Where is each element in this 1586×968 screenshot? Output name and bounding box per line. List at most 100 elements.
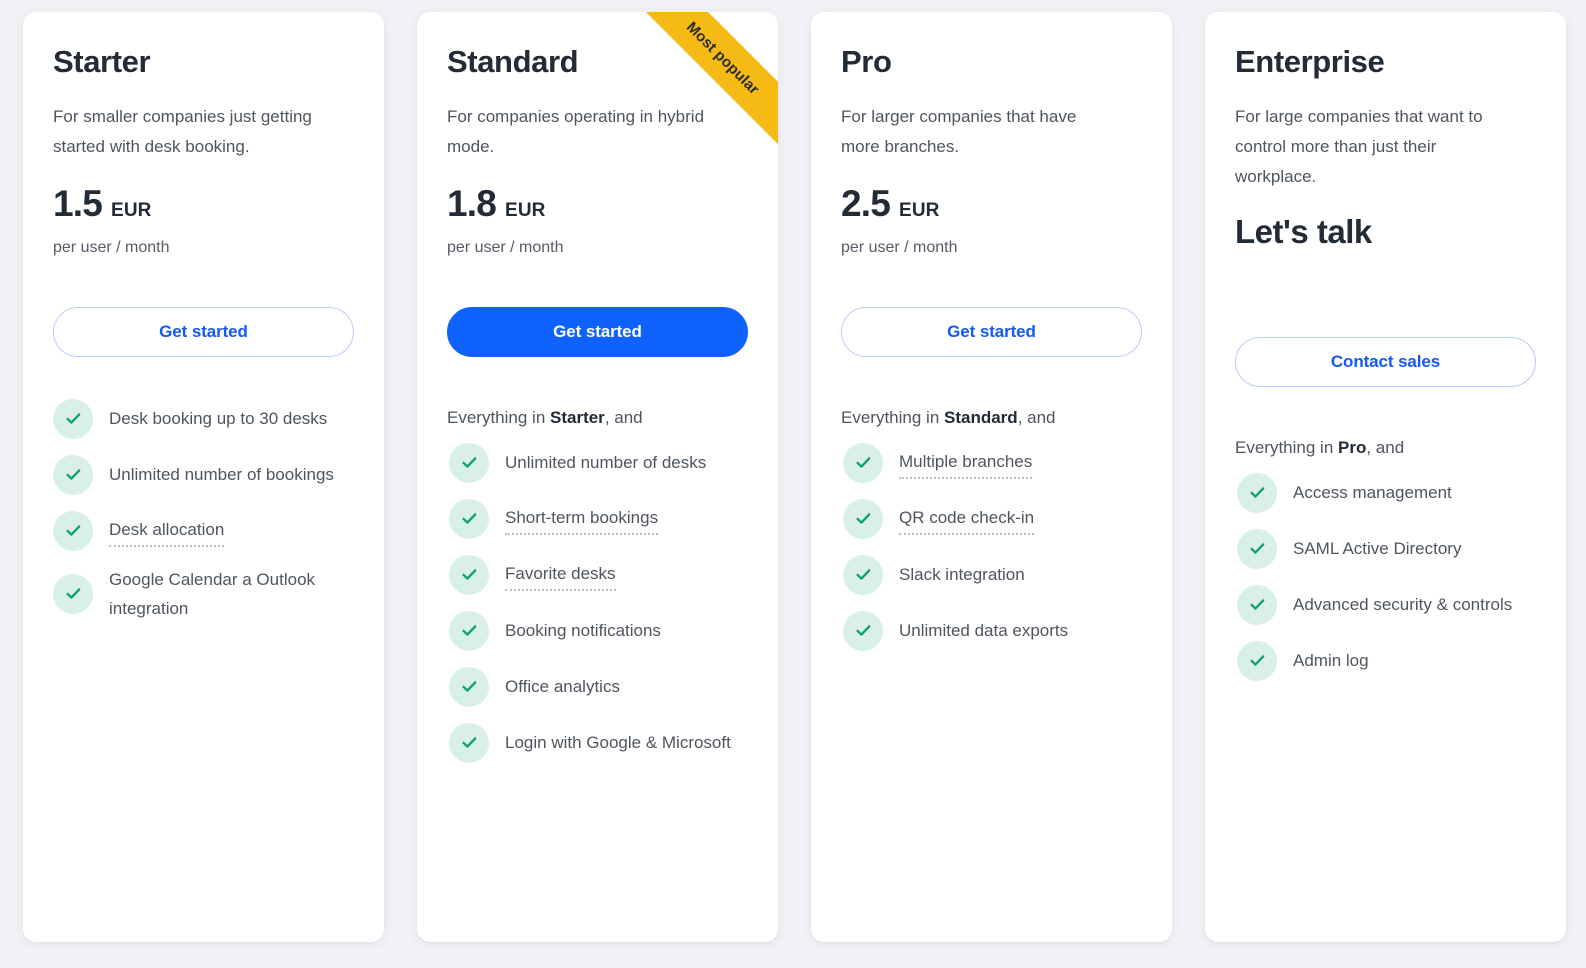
check-icon xyxy=(449,498,489,539)
check-icon xyxy=(449,722,489,763)
inherit-suffix: , and xyxy=(604,407,643,427)
check-icon xyxy=(843,554,883,595)
check-icon xyxy=(53,454,93,495)
cta-button-starter[interactable]: Get started xyxy=(53,306,354,357)
plan-card-standard: Most popular Standard For companies operat… xyxy=(417,12,778,942)
pricing-plans-grid: Starter For smaller companies just gettin… xyxy=(0,0,1586,968)
feature-item: Google Calendar a Outlook integration xyxy=(53,565,354,623)
check-icon xyxy=(449,610,489,651)
feature-item: Desk allocation xyxy=(53,509,354,553)
inherit-plan-name: Standard xyxy=(944,407,1018,427)
plan-description: For larger companies that have more bran… xyxy=(841,106,1077,156)
feature-item: Advanced security & controls xyxy=(1237,583,1536,627)
feature-item: Unlimited number of desks xyxy=(449,441,748,485)
inherit-suffix: , and xyxy=(1017,407,1056,427)
inherit-plan-name: Pro xyxy=(1338,437,1367,457)
feature-item: Desk booking up to 30 desks xyxy=(53,397,354,441)
plan-description: For large companies that want to control… xyxy=(1235,106,1483,186)
plan-price: 1.8 EUR xyxy=(447,182,748,228)
plan-card-starter: Starter For smaller companies just gettin… xyxy=(23,12,384,942)
feature-item: SAML Active Directory xyxy=(1237,527,1536,571)
feature-item: QR code check-in xyxy=(843,497,1142,541)
feature-label[interactable]: Favorite desks xyxy=(505,559,616,591)
feature-item: Login with Google & Microsoft xyxy=(449,721,748,765)
feature-list: Unlimited number of desks Short-term book… xyxy=(447,441,748,765)
check-icon xyxy=(1237,640,1277,681)
check-icon xyxy=(53,510,93,551)
check-icon xyxy=(1237,584,1277,625)
price-amount: 2.5 xyxy=(841,182,891,224)
check-icon xyxy=(449,442,489,483)
price-amount: 1.8 xyxy=(447,182,497,224)
feature-label[interactable]: QR code check-in xyxy=(899,503,1035,535)
inherit-prefix: Everything in xyxy=(841,407,944,427)
check-icon xyxy=(53,573,93,614)
price-currency: EUR xyxy=(899,199,940,221)
price-text: Let's talk xyxy=(1235,212,1372,250)
price-period: per user / month xyxy=(53,238,170,256)
inherit-prefix: Everything in xyxy=(447,407,550,427)
check-icon xyxy=(1237,528,1277,569)
check-icon xyxy=(53,398,93,439)
plan-price: 2.5 EUR xyxy=(841,182,1142,228)
inherit-plan-name: Starter xyxy=(550,407,605,427)
check-icon xyxy=(449,666,489,707)
feature-item: Office analytics xyxy=(449,665,748,709)
plan-price: Let's talk xyxy=(1235,212,1536,258)
inherit-prefix: Everything in xyxy=(1235,437,1338,457)
feature-label: Admin log xyxy=(1293,651,1369,671)
feature-item: Short-term bookings xyxy=(449,497,748,541)
feature-list: Access management SAML Active Directory Ad… xyxy=(1235,471,1536,683)
plan-description: For smaller companies just getting start… xyxy=(53,106,312,156)
feature-label: Login with Google & Microsoft xyxy=(505,733,731,753)
price-period: per user / month xyxy=(447,238,564,256)
feature-item: Favorite desks xyxy=(449,553,748,597)
feature-item: Multiple branches xyxy=(843,441,1142,485)
feature-label: Unlimited number of bookings xyxy=(109,465,334,485)
feature-label: Access management xyxy=(1293,483,1452,503)
feature-label: SAML Active Directory xyxy=(1293,539,1462,559)
plan-description: For companies operating in hybrid mode. xyxy=(447,106,705,156)
feature-label[interactable]: Desk allocation xyxy=(109,515,225,547)
feature-item: Access management xyxy=(1237,471,1536,515)
feature-item: Admin log xyxy=(1237,639,1536,683)
feature-label[interactable]: Multiple branches xyxy=(899,447,1033,479)
feature-list: Desk booking up to 30 desks Unlimited num… xyxy=(53,397,354,623)
check-icon xyxy=(843,610,883,651)
plan-name: Standard xyxy=(447,44,579,79)
check-icon xyxy=(843,442,883,483)
cta-button-standard[interactable]: Get started xyxy=(447,306,748,357)
feature-label: Advanced security & controls xyxy=(1293,595,1513,615)
feature-item: Booking notifications xyxy=(449,609,748,653)
inherit-line: Everything in Standard, and xyxy=(841,405,1142,431)
plan-name: Starter xyxy=(53,44,151,79)
price-period: per user / month xyxy=(841,238,958,256)
feature-label: Desk booking up to 30 desks xyxy=(109,409,328,429)
plan-price: 1.5 EUR xyxy=(53,182,354,228)
plan-card-enterprise: Enterprise For large companies that want … xyxy=(1205,12,1566,942)
plan-name: Pro xyxy=(841,44,892,79)
feature-label: Unlimited number of desks xyxy=(505,453,707,473)
feature-item: Slack integration xyxy=(843,553,1142,597)
cta-button-enterprise[interactable]: Contact sales xyxy=(1235,336,1536,387)
plan-card-pro: Pro For larger companies that have more b… xyxy=(811,12,1172,942)
price-currency: EUR xyxy=(505,199,546,221)
feature-label: Unlimited data exports xyxy=(899,621,1069,641)
check-icon xyxy=(1237,472,1277,513)
feature-label: Google Calendar a Outlook integration xyxy=(109,569,316,618)
feature-label: Office analytics xyxy=(505,677,620,697)
feature-item: Unlimited data exports xyxy=(843,609,1142,653)
feature-label: Slack integration xyxy=(899,565,1025,585)
plan-name: Enterprise xyxy=(1235,44,1385,79)
check-icon xyxy=(843,498,883,539)
feature-label: Booking notifications xyxy=(505,621,661,641)
inherit-suffix: , and xyxy=(1366,437,1405,457)
price-period xyxy=(1235,267,1536,289)
feature-item: Unlimited number of bookings xyxy=(53,453,354,497)
price-amount: 1.5 xyxy=(53,182,103,224)
inherit-line: Everything in Starter, and xyxy=(447,405,748,431)
feature-label[interactable]: Short-term bookings xyxy=(505,503,659,535)
price-currency: EUR xyxy=(111,199,152,221)
cta-button-pro[interactable]: Get started xyxy=(841,306,1142,357)
feature-list: Multiple branches QR code check-in Slack i… xyxy=(841,441,1142,653)
